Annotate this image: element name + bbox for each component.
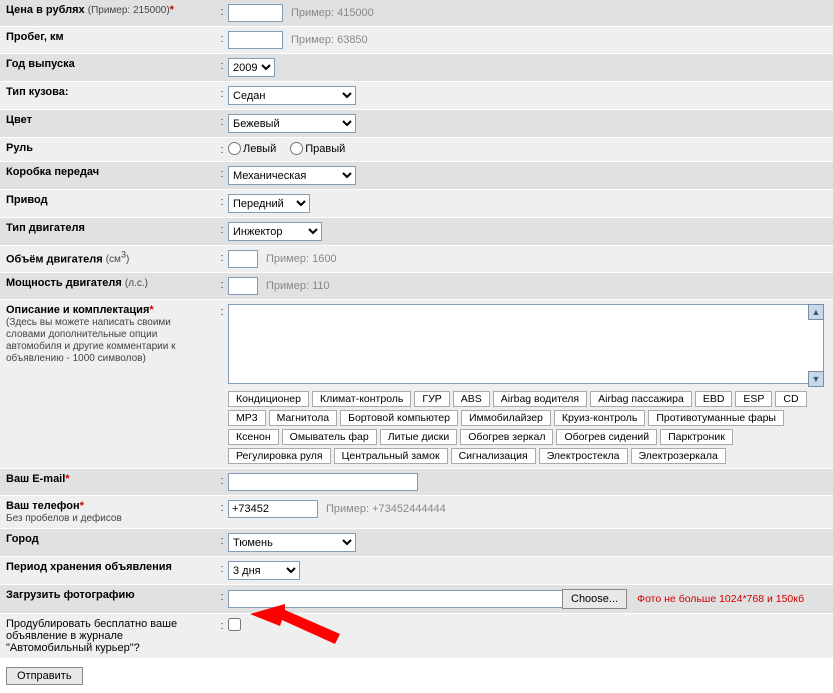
tag-option[interactable]: Обогрев зеркал	[460, 429, 553, 445]
row-drive: Привод : Передний	[0, 190, 833, 218]
label-photo: Загрузить фотографию	[6, 589, 135, 601]
row-city: Город : Тюмень	[0, 529, 833, 557]
tag-option[interactable]: Центральный замок	[334, 448, 448, 464]
label-desc: Описание и комплектация	[6, 304, 149, 316]
tag-option[interactable]: Сигнализация	[451, 448, 536, 464]
row-email: Ваш E-mail* :	[0, 469, 833, 496]
tag-option[interactable]: CD	[775, 391, 806, 407]
checkbox-duplicate[interactable]	[228, 618, 241, 631]
row-period: Период хранения объявления : 3 дня	[0, 557, 833, 585]
input-mileage[interactable]	[228, 31, 283, 49]
tag-option[interactable]: ABS	[453, 391, 490, 407]
tag-option[interactable]: Кондиционер	[228, 391, 309, 407]
row-color: Цвет : Бежевый	[0, 110, 833, 138]
row-engine-type: Тип двигателя : Инжектор	[0, 218, 833, 246]
select-drive[interactable]: Передний	[228, 194, 310, 213]
label-body: Тип кузова:	[6, 86, 69, 98]
scroll-down-icon[interactable]: ▼	[808, 371, 824, 387]
label-mileage: Пробег, км	[6, 31, 64, 43]
hint-power: Пример: 110	[266, 280, 330, 292]
label-period: Период хранения объявления	[6, 561, 172, 573]
row-price: Цена в рублях (Пример: 215000)* : Пример…	[0, 0, 833, 27]
label-email: Ваш E-mail	[6, 473, 65, 485]
label-wheel: Руль	[6, 142, 33, 154]
tag-option[interactable]: Бортовой компьютер	[340, 410, 458, 426]
label-engine-vol: Объём двигателя	[6, 253, 106, 265]
input-engine-vol[interactable]	[228, 250, 258, 268]
row-power: Мощность двигателя (л.с.) : Пример: 110	[0, 273, 833, 300]
row-engine-vol: Объём двигателя (см3) : Пример: 1600	[0, 246, 833, 273]
row-submit: Отправить	[0, 659, 833, 693]
input-price[interactable]	[228, 4, 283, 22]
select-engine-type[interactable]: Инжектор	[228, 222, 322, 241]
label-color: Цвет	[6, 114, 32, 126]
file-note: Фото не больше 1024*768 и 150кб	[637, 593, 804, 605]
label-duplicate: Продублировать бесплатно ваше объявление…	[6, 618, 177, 654]
tag-option[interactable]: Ксенон	[228, 429, 279, 445]
select-city[interactable]: Тюмень	[228, 533, 356, 552]
tag-option[interactable]: Регулировка руля	[228, 448, 331, 464]
tag-option[interactable]: Магнитола	[269, 410, 337, 426]
row-year: Год выпуска : 2009	[0, 54, 833, 82]
tag-option[interactable]: Круиз-контроль	[554, 410, 645, 426]
tag-option[interactable]: Иммобилайзер	[461, 410, 551, 426]
tag-option[interactable]: Противотуманные фары	[648, 410, 784, 426]
label-gearbox: Коробка передач	[6, 166, 99, 178]
input-phone[interactable]	[228, 500, 318, 518]
row-photo: Загрузить фотографию : Choose... Фото не…	[0, 585, 833, 614]
label-drive: Привод	[6, 194, 48, 206]
tag-option[interactable]: ГУР	[414, 391, 449, 407]
tag-option[interactable]: Климат-контроль	[312, 391, 411, 407]
hint-price: Пример: 415000	[291, 7, 374, 19]
label-city: Город	[6, 533, 39, 545]
hint-engine-vol: Пример: 1600	[266, 253, 337, 265]
tag-option[interactable]: Airbag водителя	[493, 391, 587, 407]
input-power[interactable]	[228, 277, 258, 295]
select-gearbox[interactable]: Механическая	[228, 166, 356, 185]
tag-option[interactable]: Литые диски	[380, 429, 458, 445]
radio-wheel-left[interactable]	[228, 142, 241, 155]
row-body: Тип кузова: : Седан	[0, 82, 833, 110]
row-duplicate: Продублировать бесплатно ваше объявление…	[0, 614, 833, 659]
tags-container: КондиционерКлимат-контрольГУРABSAirbag в…	[228, 391, 824, 464]
tag-option[interactable]: EBD	[695, 391, 733, 407]
select-year[interactable]: 2009	[228, 58, 275, 77]
row-mileage: Пробег, км : Пример: 63850	[0, 27, 833, 54]
textarea-desc[interactable]	[228, 304, 824, 384]
select-color[interactable]: Бежевый	[228, 114, 356, 133]
input-file-path[interactable]	[228, 590, 563, 608]
tag-option[interactable]: ESP	[735, 391, 772, 407]
radio-wheel-right[interactable]	[290, 142, 303, 155]
hint-phone: Пример: +73452444444	[326, 503, 446, 515]
submit-button[interactable]: Отправить	[6, 667, 83, 685]
select-period[interactable]: 3 дня	[228, 561, 300, 580]
label-engine-type: Тип двигателя	[6, 222, 85, 234]
tag-option[interactable]: Электрозеркала	[631, 448, 726, 464]
row-wheel: Руль : Левый Правый	[0, 138, 833, 162]
select-body[interactable]: Седан	[228, 86, 356, 105]
label-phone: Ваш телефон	[6, 500, 80, 512]
row-gearbox: Коробка передач : Механическая	[0, 162, 833, 190]
hint-mileage: Пример: 63850	[291, 34, 368, 46]
tag-option[interactable]: MP3	[228, 410, 266, 426]
tag-option[interactable]: Парктроник	[660, 429, 733, 445]
input-email[interactable]	[228, 473, 418, 491]
tag-option[interactable]: Обогрев сидений	[556, 429, 657, 445]
scroll-up-icon[interactable]: ▲	[808, 304, 824, 320]
label-year: Год выпуска	[6, 58, 75, 70]
tag-option[interactable]: Омыватель фар	[282, 429, 377, 445]
tag-option[interactable]: Электростекла	[539, 448, 628, 464]
tag-option[interactable]: Airbag пассажира	[590, 391, 692, 407]
label-power: Мощность двигателя	[6, 277, 125, 289]
row-desc: Описание и комплектация*(Здесь вы можете…	[0, 300, 833, 469]
row-phone: Ваш телефон*Без пробелов и дефисов : При…	[0, 496, 833, 529]
choose-file-button[interactable]: Choose...	[562, 589, 627, 609]
label-price: Цена в рублях	[6, 4, 85, 16]
